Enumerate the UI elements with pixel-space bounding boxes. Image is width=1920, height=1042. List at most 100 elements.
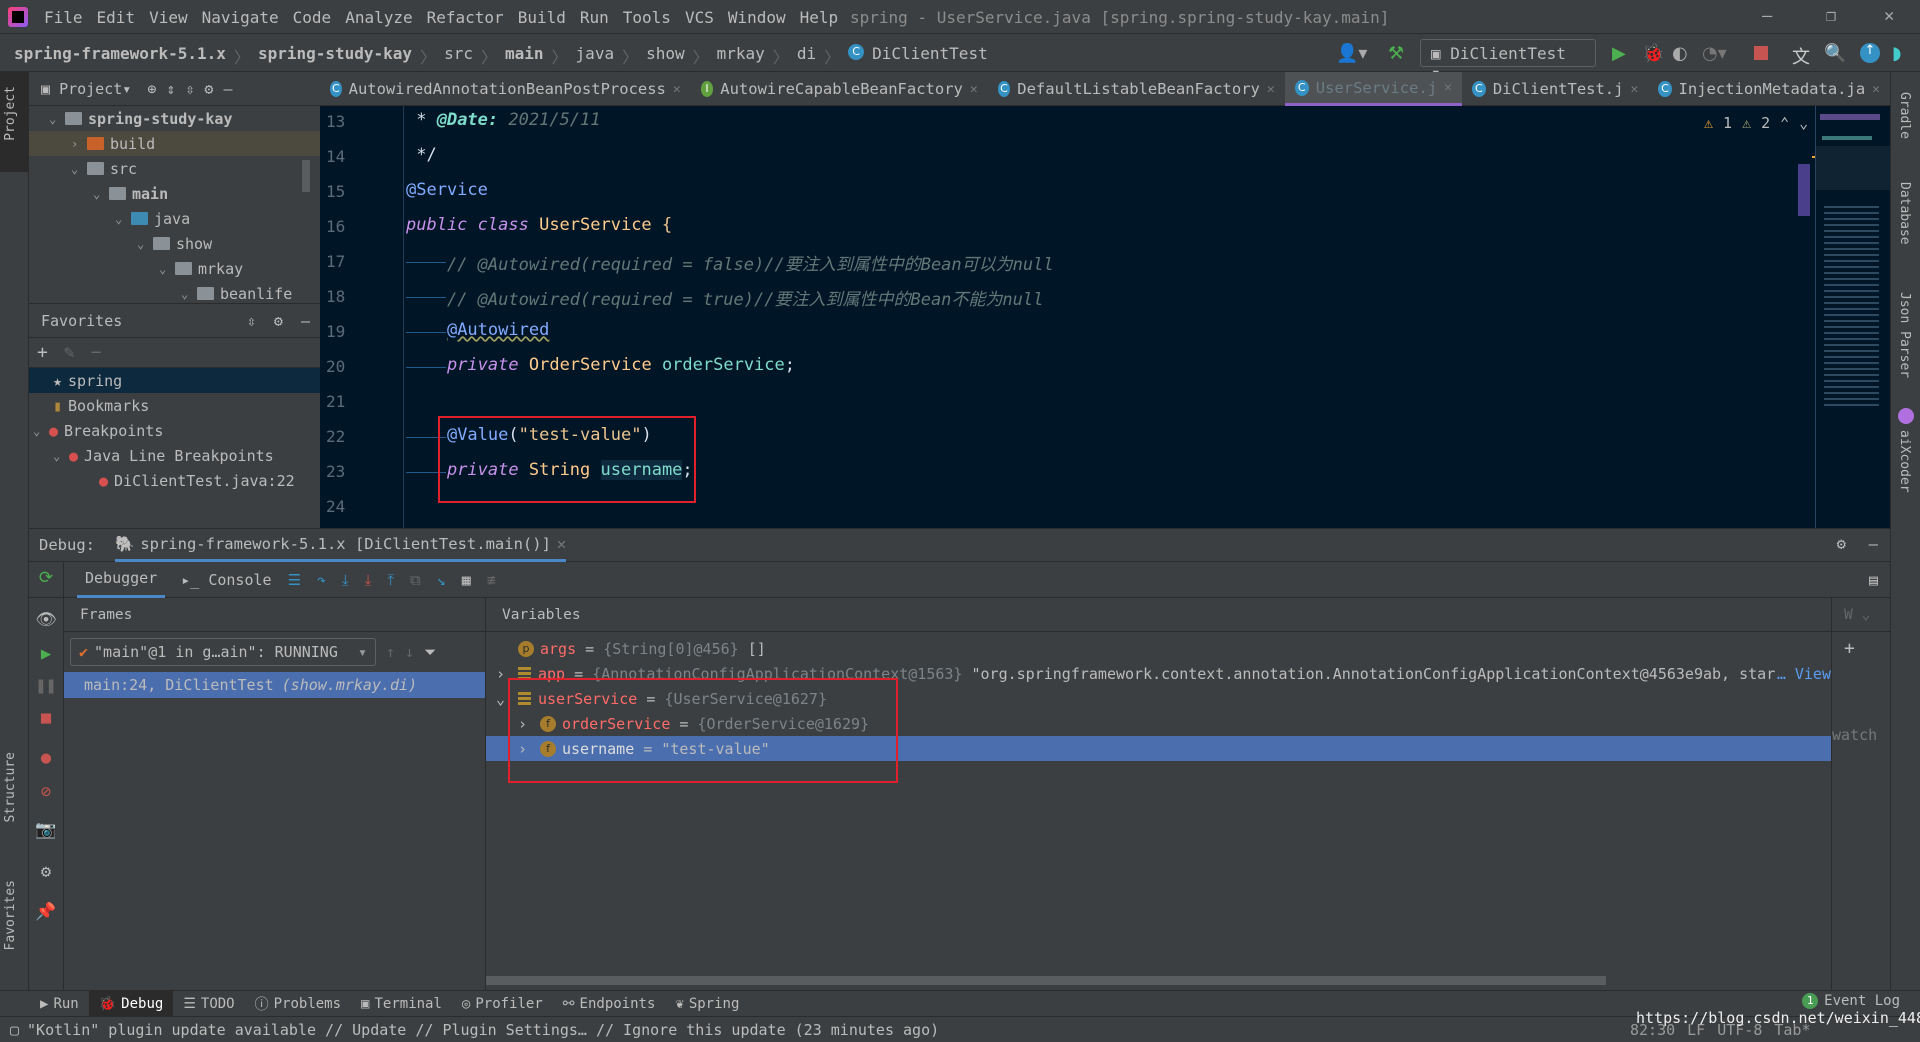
hide-icon[interactable]: — bbox=[223, 80, 232, 98]
chevron-down-icon[interactable]: ⌄ bbox=[181, 287, 197, 301]
menu-help[interactable]: Help bbox=[800, 8, 839, 27]
tool-window-debug[interactable]: 🐞 Debug bbox=[88, 990, 174, 1017]
debugger-tab[interactable]: Debugger bbox=[77, 562, 166, 598]
coverage-icon[interactable]: ◐ bbox=[1672, 43, 1688, 64]
tree-item[interactable]: ⌄ main bbox=[29, 181, 320, 206]
view-icon[interactable]: 👁 bbox=[29, 610, 63, 630]
close-tab-icon[interactable]: ✕ bbox=[1630, 82, 1638, 97]
editor-tab[interactable]: C InjectionMetadata.ja ✕ bbox=[1648, 72, 1890, 106]
trace-icon[interactable]: ≢ bbox=[487, 571, 496, 589]
gear-icon[interactable]: ⚙ bbox=[204, 80, 213, 98]
chevron-down-icon[interactable]: ⌄ bbox=[33, 424, 49, 438]
vcs-user-icon[interactable]: 👤▾ bbox=[1336, 43, 1367, 64]
close-tab-icon[interactable]: ✕ bbox=[1872, 82, 1880, 97]
gradle-tool-tab[interactable]: Gradle bbox=[1897, 92, 1912, 139]
chevron-down-icon[interactable]: ⌄ bbox=[159, 262, 175, 276]
menu-view[interactable]: View bbox=[149, 8, 188, 27]
menu-run[interactable]: Run bbox=[580, 8, 609, 27]
search-icon[interactable]: 🔍 bbox=[1824, 43, 1846, 64]
previous-highlight-icon[interactable]: ⌃ bbox=[1780, 114, 1789, 132]
menu-window[interactable]: Window bbox=[728, 8, 786, 27]
run-icon[interactable]: ▶ bbox=[1612, 43, 1626, 64]
pin-icon[interactable]: 📌 bbox=[29, 902, 63, 922]
locate-icon[interactable]: ⊕ bbox=[147, 80, 156, 98]
breadcrumb-item[interactable]: spring-framework-5.1.x bbox=[14, 44, 226, 68]
stop-icon[interactable] bbox=[1754, 46, 1768, 60]
code-line[interactable]: */ bbox=[406, 145, 436, 165]
tree-item[interactable]: ⌄ mrkay bbox=[29, 256, 320, 281]
tree-scrollbar[interactable] bbox=[302, 160, 310, 192]
breadcrumb-item[interactable]: show bbox=[646, 44, 685, 68]
tool-window-run[interactable]: ▶ Run bbox=[30, 991, 89, 1017]
breadcrumb-item[interactable]: spring-study-kay bbox=[258, 44, 412, 68]
menu-file[interactable]: File bbox=[44, 8, 83, 27]
breadcrumb-item[interactable]: src bbox=[444, 44, 473, 68]
remove-icon[interactable]: − bbox=[91, 342, 102, 363]
next-frame-icon[interactable]: ↓ bbox=[405, 643, 414, 661]
chevron-down-icon[interactable]: ⌄ bbox=[71, 162, 87, 176]
editor-tab[interactable]: C UserService.j ✕ bbox=[1284, 72, 1462, 106]
close-tab-icon[interactable]: ✕ bbox=[970, 82, 978, 97]
frame-item[interactable]: main:24, DiClientTest (show.mrkay.di) bbox=[64, 672, 485, 698]
filter-icon[interactable]: ⏷ bbox=[424, 643, 436, 661]
gear-icon[interactable]: ⚙ bbox=[1837, 535, 1846, 553]
tool-window-problems[interactable]: ⓘ Problems bbox=[245, 991, 351, 1017]
minimize-button[interactable]: — bbox=[1762, 6, 1772, 26]
chevron-down-icon[interactable]: ⌄ bbox=[53, 449, 69, 463]
menu-analyze[interactable]: Analyze bbox=[345, 8, 412, 27]
code-line[interactable]: * @Date: 2021/5/11 bbox=[406, 110, 600, 130]
evaluate-expression-icon[interactable]: ▦ bbox=[462, 571, 471, 589]
status-message[interactable]: "Kotlin" plugin update available // Upda… bbox=[27, 1021, 939, 1039]
previous-frame-icon[interactable]: ↑ bbox=[386, 643, 395, 661]
restore-button[interactable]: ❐ bbox=[1826, 6, 1836, 26]
debug-bug-icon[interactable]: 🐞 bbox=[1642, 43, 1664, 64]
drop-frame-icon[interactable]: ⧉ bbox=[410, 571, 421, 589]
chevron-right-icon[interactable]: › bbox=[71, 137, 87, 151]
settings-icon[interactable]: ⚙ bbox=[29, 862, 63, 882]
tree-item[interactable]: › build bbox=[29, 131, 320, 156]
tool-window-terminal[interactable]: ▣ Terminal bbox=[351, 991, 452, 1017]
translate-icon[interactable]: 文 bbox=[1792, 43, 1810, 69]
breadcrumb-item[interactable]: main bbox=[505, 44, 544, 68]
code-editor[interactable]: 13 14 15 16 17 18 19 20 21 22 23 24 * @Date: 2021/5… bbox=[320, 106, 1891, 528]
favorites-item[interactable]: ▮ Bookmarks bbox=[29, 393, 320, 418]
json-parser-tool-tab[interactable]: Json Parser bbox=[1897, 292, 1912, 378]
hide-icon[interactable]: — bbox=[1869, 535, 1878, 553]
database-tool-tab[interactable]: Database bbox=[1897, 182, 1912, 245]
editor-tab[interactable]: C AutowiredAnnotationBeanPostProcess ✕ bbox=[320, 72, 691, 106]
event-log-button[interactable]: 1 Event Log bbox=[1802, 993, 1900, 1009]
close-session-icon[interactable]: ✕ bbox=[557, 535, 566, 553]
editor-tab[interactable]: C DefaultListableBeanFactory ✕ bbox=[988, 72, 1285, 106]
rerun-icon[interactable]: ⟳ bbox=[29, 568, 63, 588]
next-highlight-icon[interactable]: ⌄ bbox=[1799, 114, 1808, 132]
code-line[interactable]: // @Autowired(required = false)//要注入到属性中… bbox=[406, 250, 1054, 275]
scroll-marker[interactable] bbox=[1798, 164, 1810, 216]
breadcrumb-item[interactable]: mrkay bbox=[717, 44, 765, 68]
step-over-icon[interactable]: ↷ bbox=[317, 571, 326, 589]
profile-icon[interactable]: ◔▾ bbox=[1702, 43, 1727, 64]
aixcoder-tool-tab[interactable]: aiXcoder bbox=[1897, 430, 1912, 493]
pause-icon[interactable]: ❚❚ bbox=[29, 676, 63, 696]
breadcrumb-item[interactable]: DiClientTest bbox=[872, 44, 988, 68]
project-view-select[interactable]: ▣ Project▾ bbox=[41, 80, 131, 98]
view-breakpoints-icon[interactable]: ● bbox=[29, 748, 63, 768]
plugin-icon[interactable]: ◗ bbox=[1892, 43, 1901, 64]
force-step-into-icon[interactable]: ⤓ bbox=[365, 571, 372, 589]
tool-window-profiler[interactable]: ◎ Profiler bbox=[452, 991, 553, 1017]
line-gutter[interactable]: 13 14 15 16 17 18 19 20 21 22 23 24 bbox=[320, 106, 404, 528]
menu-build[interactable]: Build bbox=[518, 8, 566, 27]
menu-navigate[interactable]: Navigate bbox=[202, 8, 279, 27]
favorites-tool-tab[interactable]: Favorites bbox=[3, 880, 18, 950]
close-tab-icon[interactable]: ✕ bbox=[1267, 82, 1275, 97]
horizontal-scrollbar[interactable] bbox=[486, 976, 1606, 985]
favorites-item[interactable]: ★ spring bbox=[29, 368, 320, 393]
run-to-cursor-icon[interactable]: ↘ bbox=[437, 571, 446, 589]
debug-session-tab[interactable]: 🐘 spring-framework-5.1.x [DiClientTest.ma… bbox=[115, 528, 567, 562]
inspection-widget[interactable]: ⚠ 1 ⚠ 2 ⌃ ⌄ bbox=[1704, 114, 1808, 132]
breadcrumb-item[interactable]: java bbox=[576, 44, 615, 68]
tree-item[interactable]: ⌄ java bbox=[29, 206, 320, 231]
stop-icon[interactable]: ■ bbox=[29, 708, 63, 728]
update-icon[interactable]: ↑ bbox=[1860, 43, 1880, 63]
expand-all-icon[interactable]: ⇕ bbox=[166, 80, 175, 98]
add-icon[interactable]: + bbox=[37, 342, 48, 363]
